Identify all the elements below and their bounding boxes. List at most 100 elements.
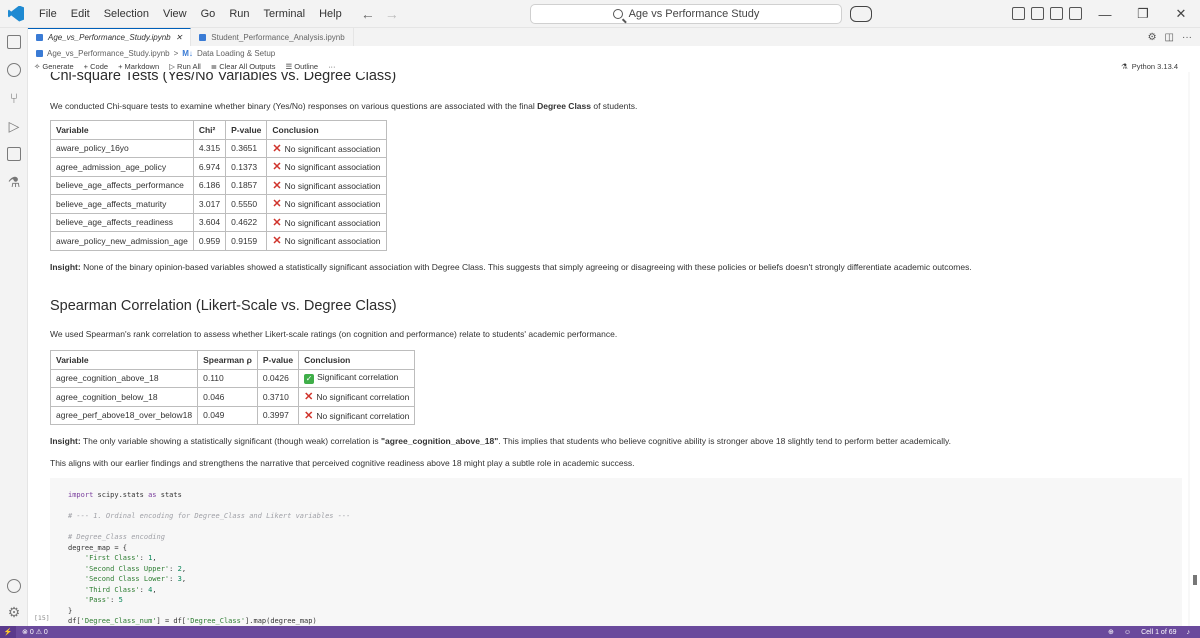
toggle-primary-sidebar-icon[interactable] (1031, 7, 1044, 20)
kernel-picker[interactable]: ⚗ Python 3.13.4 (1121, 62, 1178, 71)
spearman-insight-end: . This implies that students who believe… (498, 436, 951, 446)
outline-button[interactable]: ☰ Outline (285, 62, 318, 71)
chi-insight: Insight: None of the binary opinion-base… (50, 262, 972, 272)
chi-intro-text: We conducted Chi-square tests to examine… (50, 101, 538, 111)
breadcrumb-file[interactable]: Age_vs_Performance_Study.ipynb (47, 49, 170, 58)
problems-indicator[interactable]: ⊗ 0 ⚠ 0 (22, 628, 48, 636)
manage-gear-icon[interactable]: ⚙ (0, 598, 28, 626)
conclusion-cell: ✓ Significant correlation (298, 368, 416, 388)
search-activity-icon[interactable] (0, 56, 28, 84)
toggle-panel-icon[interactable] (1050, 7, 1063, 20)
status-bar: ⚡ ⊗ 0 ⚠ 0 ⊕ ☺ Cell 1 of 69 ♪ (0, 626, 1200, 638)
copilot-icon[interactable] (850, 6, 872, 22)
vscode-logo-icon (0, 0, 32, 28)
variable-cell: aware_policy_16yo (50, 138, 194, 158)
remote-indicator-icon[interactable]: ⚡ (0, 626, 16, 638)
table-header-row: Variable Spearman ρ P-value Conclusion (49, 350, 416, 370)
testing-icon[interactable]: ⚗ (0, 168, 28, 196)
explorer-icon[interactable] (0, 28, 28, 56)
menu-help[interactable]: Help (312, 8, 349, 20)
pvalue-cell: 0.9159 (225, 231, 268, 251)
code-cell[interactable]: import scipy.stats as stats # --- 1. Ord… (50, 478, 1182, 626)
stat-cell: 6.186 (192, 175, 227, 195)
restore-icon[interactable]: ❐ (1124, 0, 1162, 28)
code-string: 'Degree_Class' (186, 617, 246, 625)
conclusion-text: No significant association (284, 180, 381, 191)
source-control-icon[interactable]: ⑂ (0, 84, 28, 112)
tab-close-icon[interactable]: ✕ (176, 33, 183, 42)
run-all-button[interactable]: ▷ Run All (169, 62, 201, 71)
account-icon[interactable] (0, 572, 28, 600)
code-editor[interactable]: import scipy.stats as stats # --- 1. Ord… (68, 490, 350, 626)
notebook-icon (36, 49, 43, 57)
add-markdown-button[interactable]: + Markdown (118, 62, 159, 71)
cross-icon: ✕ (272, 198, 282, 211)
pvalue-cell: 0.3710 (256, 387, 300, 407)
col-conclusion: Conclusion (266, 120, 387, 140)
vertical-scrollbar[interactable] (1190, 72, 1200, 626)
menu-selection[interactable]: Selection (97, 8, 156, 20)
add-code-button[interactable]: + Code (84, 62, 108, 71)
menu-go[interactable]: Go (194, 8, 223, 20)
breadcrumb-section[interactable]: Data Loading & Setup (197, 49, 275, 58)
cross-icon: ✕ (272, 216, 282, 229)
code-number: 1 (148, 554, 153, 562)
variable-cell: agree_cognition_below_18 (49, 387, 199, 407)
conclusion-text: No significant correlation (316, 392, 410, 403)
code-token: as (148, 491, 157, 499)
cell-indicator[interactable]: Cell 1 of 69 (1141, 629, 1176, 636)
table-row: agree_admission_age_policy 6.974 0.1373 ✕ No… (50, 157, 387, 177)
generate-button[interactable]: ✧ Generate (34, 62, 74, 71)
outline-label: Outline (294, 61, 319, 71)
chi-intro: We conducted Chi-square tests to examine… (50, 101, 637, 111)
chi-intro-bold: Degree Class (537, 101, 591, 111)
toggle-secondary-sidebar-icon[interactable] (1069, 7, 1082, 20)
split-editor-icon[interactable]: ◫ (1165, 32, 1174, 43)
markdown-icon: M↓ (182, 48, 193, 58)
menu-view[interactable]: View (156, 8, 194, 20)
cross-icon: ✕ (272, 235, 282, 248)
toolbar-more-button[interactable]: ··· (328, 62, 336, 71)
menu-file[interactable]: File (32, 8, 64, 20)
table-row: agree_cognition_above_18 0.110 0.0426 ✓ Sign… (49, 368, 416, 388)
col-chi2: Chi² (192, 120, 227, 140)
close-icon[interactable]: ✕ (1162, 0, 1200, 28)
zoom-icon[interactable]: ⊕ (1108, 628, 1114, 636)
clear-icon: ≣ (210, 61, 218, 71)
command-center-search[interactable]: Age vs Performance Study (530, 4, 842, 24)
code-number: 4 (148, 585, 153, 594)
cross-icon: ✕ (272, 142, 282, 155)
code-line: } (68, 606, 73, 615)
breadcrumb: Age_vs_Performance_Study.ipynb > M↓ Data… (28, 46, 1200, 60)
menu-terminal[interactable]: Terminal (257, 8, 313, 20)
col-conclusion: Conclusion (298, 350, 416, 370)
extensions-icon[interactable] (0, 140, 28, 168)
copilot-status-icon[interactable]: ☺ (1124, 629, 1131, 636)
run-debug-icon[interactable]: ▷ (0, 112, 28, 140)
customize-layout-icon[interactable] (1012, 7, 1025, 20)
more-actions-icon[interactable]: ··· (1182, 32, 1192, 43)
clear-outputs-button[interactable]: ≣ Clear All Outputs (211, 62, 276, 71)
activity-bar: ⑂ ▷ ⚗ ⚙ (0, 28, 28, 626)
code-string: 'Second Class Upper' (84, 564, 170, 573)
warning-icon: ⚠ (35, 629, 42, 636)
check-icon: ✓ (304, 374, 315, 385)
sparkle-icon: ✧ (34, 61, 41, 71)
stat-cell: 4.315 (192, 138, 227, 158)
tab-age-vs-performance[interactable]: Age_vs_Performance_Study.ipynb ✕ (28, 28, 192, 46)
stat-cell: 3.604 (192, 212, 227, 232)
notifications-bell-icon[interactable]: ♪ (1187, 629, 1191, 636)
execution-count: [15] (34, 614, 50, 622)
variable-cell: believe_age_affects_maturity (50, 194, 194, 214)
menu-edit[interactable]: Edit (64, 8, 97, 20)
editor-tabs: Age_vs_Performance_Study.ipynb ✕ Student… (28, 28, 1200, 46)
menu-run[interactable]: Run (222, 8, 256, 20)
scrollbar-thumb[interactable] (1193, 575, 1197, 585)
settings-gear-icon[interactable]: ⚙ (1148, 32, 1157, 43)
forward-arrow-icon[interactable]: → (385, 6, 399, 22)
back-arrow-icon[interactable]: ← (361, 6, 375, 22)
spearman-section-title: Spearman Correlation (Likert-Scale vs. D… (50, 298, 397, 314)
tab-student-performance[interactable]: Student_Performance_Analysis.ipynb (191, 28, 354, 46)
table-header-row: Variable Chi² P-value Conclusion (50, 120, 387, 140)
minimize-icon[interactable]: — (1086, 0, 1124, 28)
